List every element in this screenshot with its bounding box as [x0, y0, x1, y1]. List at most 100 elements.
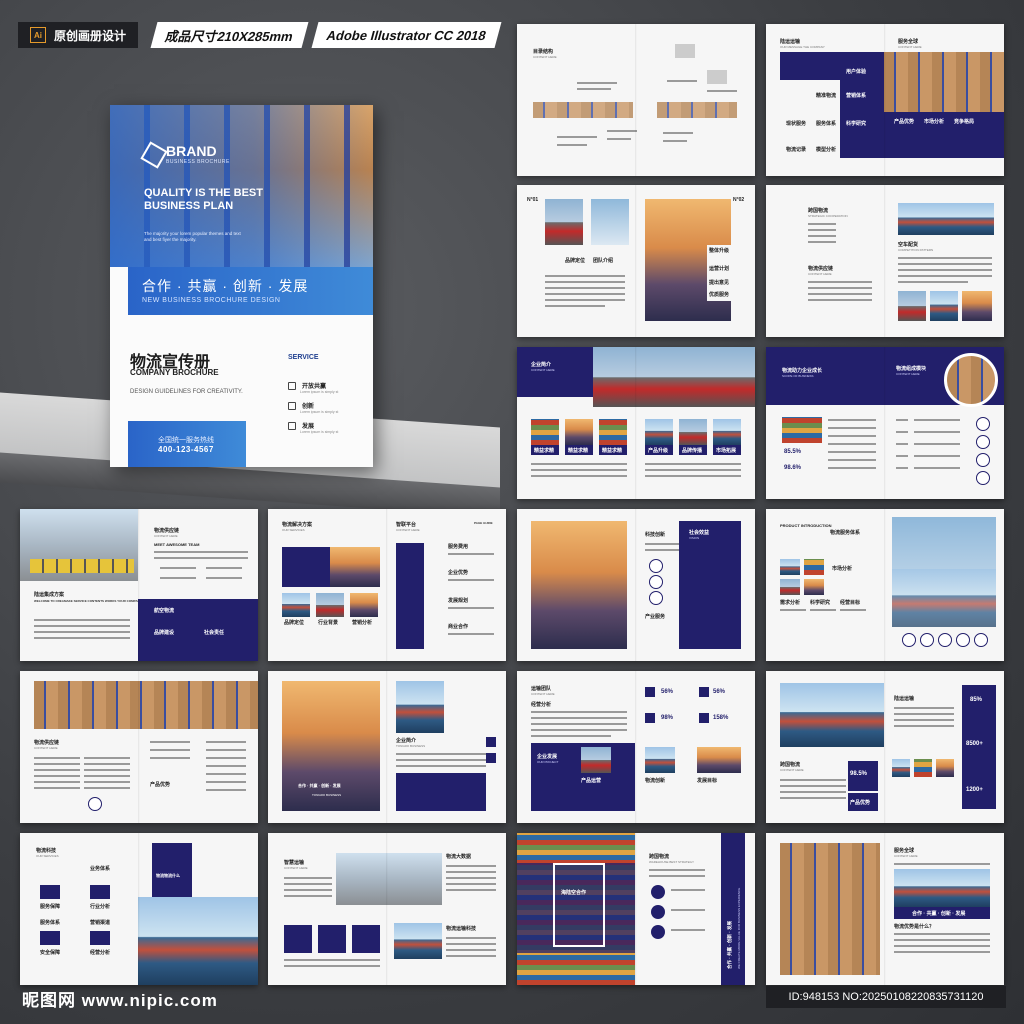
design-tag: Ai 原创画册设计: [18, 22, 139, 48]
text-line-placeholder: [531, 723, 627, 725]
banner-slogan: 合作 · 共赢 · 创新 · 发展: [912, 911, 966, 917]
text-line-placeholder: [808, 241, 836, 243]
circle-icon: [974, 633, 988, 647]
spread-title: 物流供应链: [808, 266, 834, 272]
card-label: 市场拓展: [716, 448, 737, 454]
spread-title: 陆运运输: [780, 39, 801, 45]
text-line-placeholder: [898, 275, 992, 277]
text-line-placeholder: [894, 863, 990, 865]
card-label: 科学研究: [810, 600, 831, 606]
text-line-placeholder: [206, 773, 246, 775]
stat-value: 1200+: [966, 787, 983, 793]
photo: [350, 593, 378, 617]
feature-label: 用户体验: [846, 69, 867, 75]
text-line-placeholder: [808, 299, 872, 301]
spread-subtitle: SCOPE OF BUSINESS: [782, 374, 814, 378]
text-line-placeholder: [446, 949, 496, 951]
text-line-placeholder: [671, 889, 705, 891]
spread-subtitle: CONTENT HERE: [896, 372, 920, 376]
section-label: 业务体系: [90, 866, 111, 872]
spread-subtitle: OUR PROJECT: [537, 760, 559, 764]
text-line-placeholder: [531, 469, 627, 471]
vertical-tagline: WE CREATE MORE VALUE FOR BUSINESS EXPERI…: [737, 887, 741, 969]
photo: [565, 419, 593, 445]
circle-icon: [649, 591, 663, 605]
globe-icon: [288, 382, 296, 391]
spread-title: 跨国物流: [649, 854, 670, 860]
section-label: 整体升级: [709, 248, 730, 254]
section-label: 产品优势: [150, 782, 171, 788]
truck-photo: [593, 347, 755, 407]
navy-block: [90, 885, 110, 899]
grey-block: [707, 70, 727, 84]
service-label: SERVICE: [288, 354, 319, 361]
photo-strip: [657, 102, 737, 118]
text-line-placeholder: [894, 933, 990, 935]
stat-value: 56%: [713, 689, 726, 695]
spread-contents: 目录结构 CONTENT HERE: [517, 24, 755, 176]
circle-icon: [649, 575, 663, 589]
text-line-placeholder: [34, 763, 80, 765]
card-label: 营销分析: [352, 620, 373, 626]
feature-label: 竞争格局: [954, 119, 975, 125]
text-line-placeholder: [446, 877, 496, 879]
truck-photo: [545, 199, 583, 245]
size-tag: 成品尺寸210X285mm: [150, 22, 309, 48]
text-line-placeholder: [894, 945, 990, 947]
text-line-placeholder: [808, 223, 836, 225]
spread-title: 物流组成模块: [896, 366, 927, 372]
text-line-placeholder: [34, 757, 80, 759]
card-label: 精益求精: [534, 448, 555, 454]
stat-value: 98.6%: [784, 465, 802, 471]
spread-subtitle: STRATEGIC COOPERATION: [808, 214, 848, 218]
warehouse-circle-photo: [944, 353, 998, 407]
spread-title: 陆运运输: [894, 696, 915, 702]
stat-value: 85%: [970, 697, 983, 703]
photo: [780, 559, 800, 575]
image-id-bar: ID:948153 NO:20250108220835731120: [766, 986, 1006, 1008]
text-line-placeholder: [545, 275, 625, 277]
spread-subtitle: CONTENT HERE: [780, 768, 804, 772]
panel-title: 物流物流什么: [156, 873, 180, 878]
text-line-placeholder: [808, 235, 836, 237]
spread-business-scope: 物流助力企业成长 SCOPE OF BUSINESS 物流组成模块 CONTEN…: [766, 347, 1004, 499]
card-label: 发展目标: [697, 778, 718, 784]
navy-block: [645, 713, 655, 723]
text-line-placeholder: [150, 749, 190, 751]
text-line-placeholder: [810, 609, 836, 611]
port-cranes-photo: [531, 521, 627, 649]
spread-subtitle: VISION: [689, 536, 700, 540]
text-line-placeholder: [84, 769, 130, 771]
spread-title: 跨国物流: [780, 762, 801, 768]
text-line-placeholder: [898, 269, 992, 271]
stat-value: 85.5%: [784, 449, 802, 455]
text-line-placeholder: [531, 729, 627, 731]
flag-icon: [288, 422, 296, 431]
photo: [892, 759, 910, 777]
list-label: 服务费用: [448, 544, 469, 550]
text-line-placeholder: [914, 431, 960, 433]
spread-title: 物流大数据: [446, 854, 472, 860]
highway-photo: [336, 853, 442, 905]
spread-title: 企业简介: [531, 362, 552, 368]
text-line-placeholder: [894, 951, 990, 953]
card-label: 精益求精: [602, 448, 623, 454]
text-line-placeholder: [34, 781, 80, 783]
text-line-placeholder: [649, 875, 705, 877]
port-sunset-photo: [282, 681, 380, 811]
spread-cross-border-2: 海陆空合作 跨国物流 WAREHOUSE BEST STRATEGY 合作 · …: [517, 833, 755, 985]
page-number: N°01: [527, 197, 539, 203]
text-line-placeholder: [894, 725, 954, 727]
text-line-placeholder: [808, 229, 836, 231]
top-tags: Ai 原创画册设计 成品尺寸210X285mm Adobe Illustrato…: [18, 22, 502, 48]
circle-icon: [976, 435, 990, 449]
section-label: 经营分析: [531, 702, 552, 708]
slogan: 合作 · 共赢 · 创新 · 发展: [142, 278, 309, 294]
feature-label: 精准物流: [816, 93, 837, 99]
text-line-placeholder: [780, 785, 846, 787]
text-line-placeholder: [84, 787, 130, 789]
section-label: 产业服务: [645, 614, 666, 620]
text-line-placeholder: [34, 619, 130, 621]
text-line-placeholder: [545, 299, 625, 301]
text-line-placeholder: [645, 543, 681, 545]
